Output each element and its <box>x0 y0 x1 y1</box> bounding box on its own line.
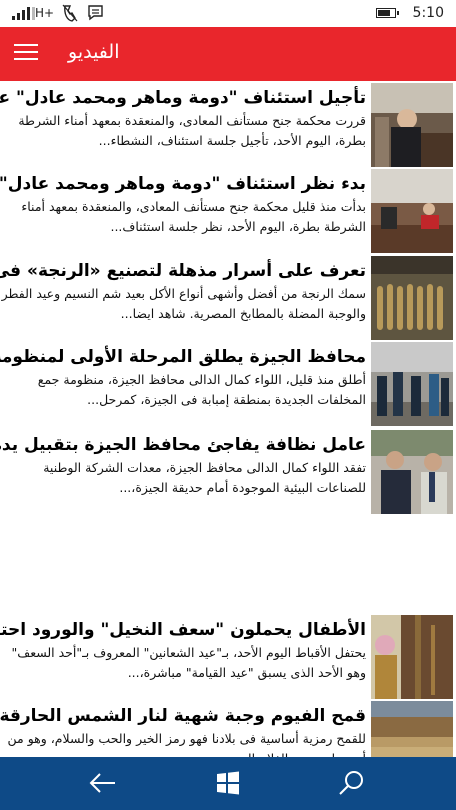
article-summary: يحتفل الأقباط اليوم الأحد، بـ"عيد الشعان… <box>11 645 367 680</box>
thumbnail-wheat <box>371 701 453 757</box>
back-arrow-icon[interactable] <box>83 765 123 801</box>
article-text: عامل نظافة يفاجئ محافظ الجيزة بتقبيل يده… <box>0 430 366 498</box>
status-bar: H+ 5:10 <box>0 0 456 27</box>
article-headline: بدء نظر استئناف "دومة وماهر ومحمد عادل" … <box>0 174 366 194</box>
article-text: محافظ الجيزة يطلق المرحلة الأولى لمنظومة… <box>0 342 366 410</box>
list-item[interactable]: محافظ الجيزة يطلق المرحلة الأولى لمنظومة… <box>0 342 456 426</box>
list-item[interactable]: الأطفال يحملون "سعف النخيل" والورود احتف… <box>0 615 456 699</box>
no-sim-phone-icon <box>62 4 78 26</box>
thumbnail-court <box>371 169 453 253</box>
page-title: الفيديو <box>68 41 120 63</box>
article-text: قمح الفيوم وجبة شهية لنار الشمس الحارقة … <box>0 701 366 757</box>
article-summary: للقمح رمزية أساسية فى بلادنا فهو رمز الخ… <box>7 731 366 757</box>
article-headline: محافظ الجيزة يطلق المرحلة الأولى لمنظومة… <box>0 347 366 367</box>
list-item[interactable]: تأجيل استئناف "دومة وماهر ومحمد عادل" عل… <box>0 83 456 167</box>
article-summary: بدأت منذ قليل محكمة جنح مستأنف المعادى، … <box>21 199 366 234</box>
network-type: H+ <box>35 6 55 20</box>
system-navigation-bar <box>0 757 456 810</box>
article-text: تأجيل استئناف "دومة وماهر ومحمد عادل" عل… <box>0 83 366 151</box>
signal-strength-icon <box>12 7 35 20</box>
search-icon[interactable] <box>331 765 371 801</box>
list-item[interactable]: تعرف على أسرار مذهلة لتصنيع «الرنجة» فى … <box>0 256 456 340</box>
thumbnail-governor <box>371 430 453 514</box>
article-headline: تأجيل استئناف "دومة وماهر ومحمد عادل" عل… <box>0 88 366 108</box>
list-item[interactable]: بدء نظر استئناف "دومة وماهر ومحمد عادل" … <box>0 169 456 253</box>
article-text: تعرف على أسرار مذهلة لتصنيع «الرنجة» فى … <box>0 256 366 324</box>
article-text: الأطفال يحملون "سعف النخيل" والورود احتف… <box>0 615 366 683</box>
article-headline: عامل نظافة يفاجئ محافظ الجيزة بتقبيل يده… <box>0 435 366 455</box>
thumbnail-court <box>371 83 453 167</box>
message-icon <box>87 4 104 25</box>
thumbnail-herring <box>371 256 453 340</box>
clock: 5:10 <box>412 5 444 21</box>
article-summary: أطلق منذ قليل، اللواء كمال الدالى محافظ … <box>37 372 366 407</box>
list-item[interactable]: عامل نظافة يفاجئ محافظ الجيزة بتقبيل يده… <box>0 430 456 514</box>
article-headline: تعرف على أسرار مذهلة لتصنيع «الرنجة» فى … <box>0 261 366 281</box>
list-item[interactable]: قمح الفيوم وجبة شهية لنار الشمس الحارقة … <box>0 701 456 757</box>
article-summary: قررت محكمة جنح مستأنف المعادى، والمنعقدة… <box>18 113 366 148</box>
app-bar: الفيديو <box>0 27 456 81</box>
article-headline: الأطفال يحملون "سعف النخيل" والورود احتف… <box>0 620 366 640</box>
battery-icon <box>376 8 399 18</box>
hamburger-icon[interactable] <box>14 44 38 62</box>
article-text: بدء نظر استئناف "دومة وماهر ومحمد عادل" … <box>0 169 366 237</box>
video-list[interactable]: تأجيل استئناف "دومة وماهر ومحمد عادل" عل… <box>0 81 456 757</box>
article-summary: سمك الرنجة من أفضل وأشهى أنواع الأكل بعي… <box>1 286 366 321</box>
article-headline: قمح الفيوم وجبة شهية لنار الشمس الحارقة … <box>0 706 366 726</box>
thumbnail-cleaning-campaign <box>371 342 453 426</box>
windows-logo-icon[interactable] <box>208 765 248 801</box>
article-summary: تفقد اللواء كمال الدالى محافظ الجيزة، مع… <box>43 460 366 495</box>
thumbnail-palm-sunday <box>371 615 453 699</box>
